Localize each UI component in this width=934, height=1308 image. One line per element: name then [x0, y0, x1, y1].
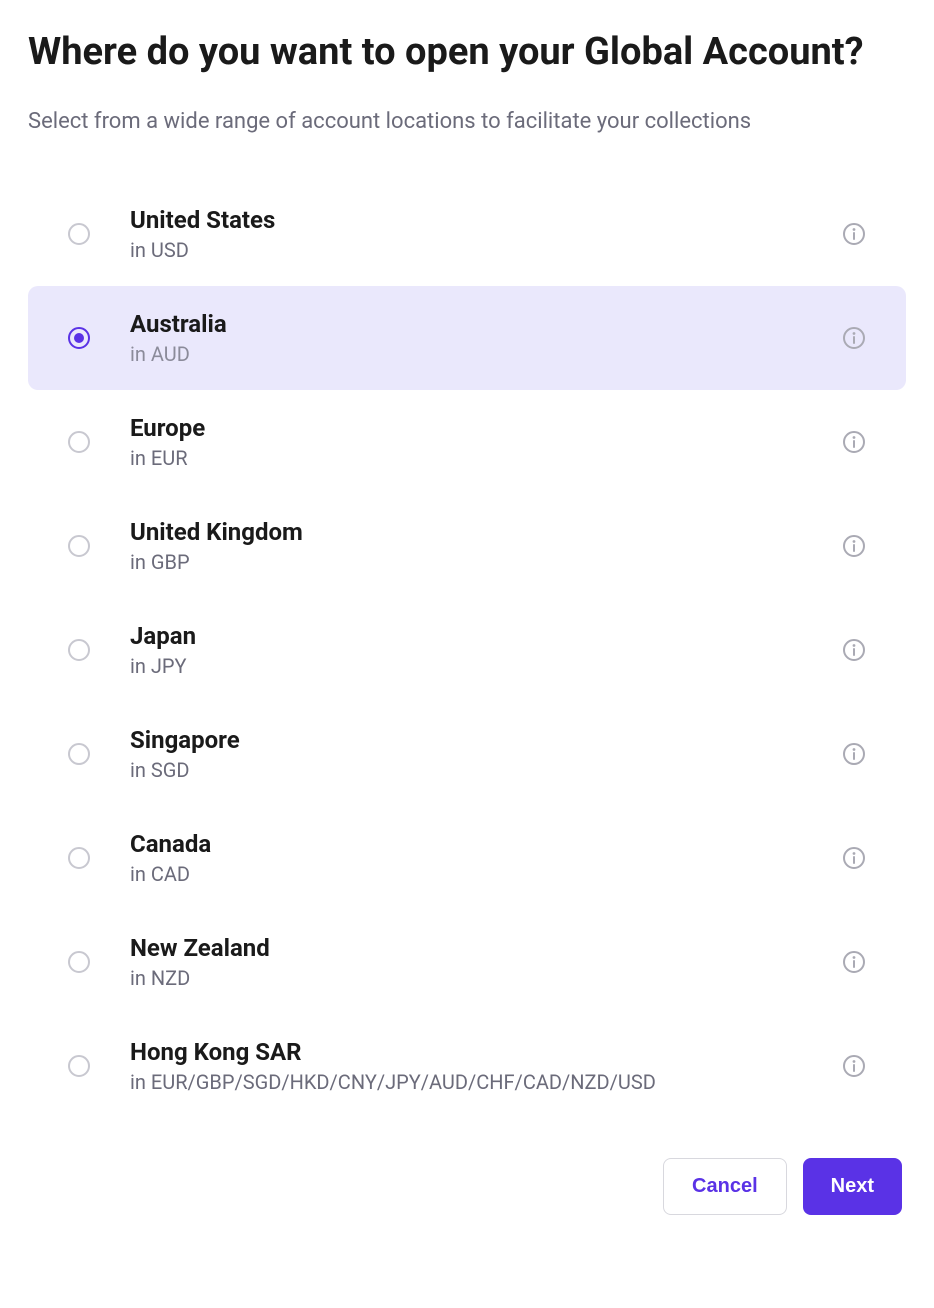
option-body: Hong Kong SAR in EUR/GBP/SGD/HKD/CNY/JPY/… — [130, 1038, 802, 1094]
radio-button[interactable] — [68, 223, 90, 245]
radio-button[interactable] — [68, 1055, 90, 1077]
option-currency: in USD — [130, 238, 802, 262]
location-option[interactable]: Europe in EUR — [28, 390, 906, 494]
option-currency: in EUR/GBP/SGD/HKD/CNY/JPY/AUD/CHF/CAD/N… — [130, 1070, 802, 1094]
action-footer: Cancel Next — [28, 1158, 906, 1215]
location-option[interactable]: United Kingdom in GBP — [28, 494, 906, 598]
location-option[interactable]: Singapore in SGD — [28, 702, 906, 806]
cancel-button[interactable]: Cancel — [663, 1158, 787, 1215]
location-option[interactable]: Hong Kong SAR in EUR/GBP/SGD/HKD/CNY/JPY/… — [28, 1014, 906, 1118]
radio-button[interactable] — [68, 847, 90, 869]
option-currency: in SGD — [130, 758, 802, 782]
option-currency: in CAD — [130, 862, 802, 886]
option-currency: in NZD — [130, 966, 802, 990]
option-body: Canada in CAD — [130, 830, 802, 886]
option-body: United States in USD — [130, 206, 802, 262]
option-name: Australia — [130, 310, 802, 338]
option-name: Canada — [130, 830, 802, 858]
option-body: Australia in AUD — [130, 310, 802, 366]
info-icon[interactable] — [842, 846, 866, 870]
info-icon[interactable] — [842, 1054, 866, 1078]
option-body: New Zealand in NZD — [130, 934, 802, 990]
page-subtitle: Select from a wide range of account loca… — [28, 109, 906, 134]
radio-button[interactable] — [68, 639, 90, 661]
info-icon[interactable] — [842, 534, 866, 558]
radio-button[interactable] — [68, 431, 90, 453]
option-body: United Kingdom in GBP — [130, 518, 802, 574]
info-icon[interactable] — [842, 326, 866, 350]
option-currency: in AUD — [130, 342, 802, 366]
location-option[interactable]: United States in USD — [28, 182, 906, 286]
radio-button[interactable] — [68, 951, 90, 973]
option-currency: in GBP — [130, 550, 802, 574]
location-option[interactable]: Canada in CAD — [28, 806, 906, 910]
option-body: Japan in JPY — [130, 622, 802, 678]
option-name: New Zealand — [130, 934, 802, 962]
radio-inner-dot — [74, 333, 84, 343]
radio-button[interactable] — [68, 327, 90, 349]
option-name: Singapore — [130, 726, 802, 754]
info-icon[interactable] — [842, 742, 866, 766]
info-icon[interactable] — [842, 222, 866, 246]
next-button[interactable]: Next — [803, 1158, 902, 1215]
option-name: Europe — [130, 414, 802, 442]
info-icon[interactable] — [842, 430, 866, 454]
option-currency: in EUR — [130, 446, 802, 470]
radio-button[interactable] — [68, 743, 90, 765]
radio-button[interactable] — [68, 535, 90, 557]
info-icon[interactable] — [842, 950, 866, 974]
option-name: Japan — [130, 622, 802, 650]
option-body: Europe in EUR — [130, 414, 802, 470]
option-currency: in JPY — [130, 654, 802, 678]
location-option[interactable]: Australia in AUD — [28, 286, 906, 390]
option-body: Singapore in SGD — [130, 726, 802, 782]
info-icon[interactable] — [842, 638, 866, 662]
option-name: United Kingdom — [130, 518, 802, 546]
account-location-list: United States in USD Australia in AUD Europe… — [28, 182, 906, 1118]
page-title: Where do you want to open your Global Ac… — [28, 28, 906, 77]
location-option[interactable]: Japan in JPY — [28, 598, 906, 702]
location-option[interactable]: New Zealand in NZD — [28, 910, 906, 1014]
option-name: Hong Kong SAR — [130, 1038, 802, 1066]
option-name: United States — [130, 206, 802, 234]
